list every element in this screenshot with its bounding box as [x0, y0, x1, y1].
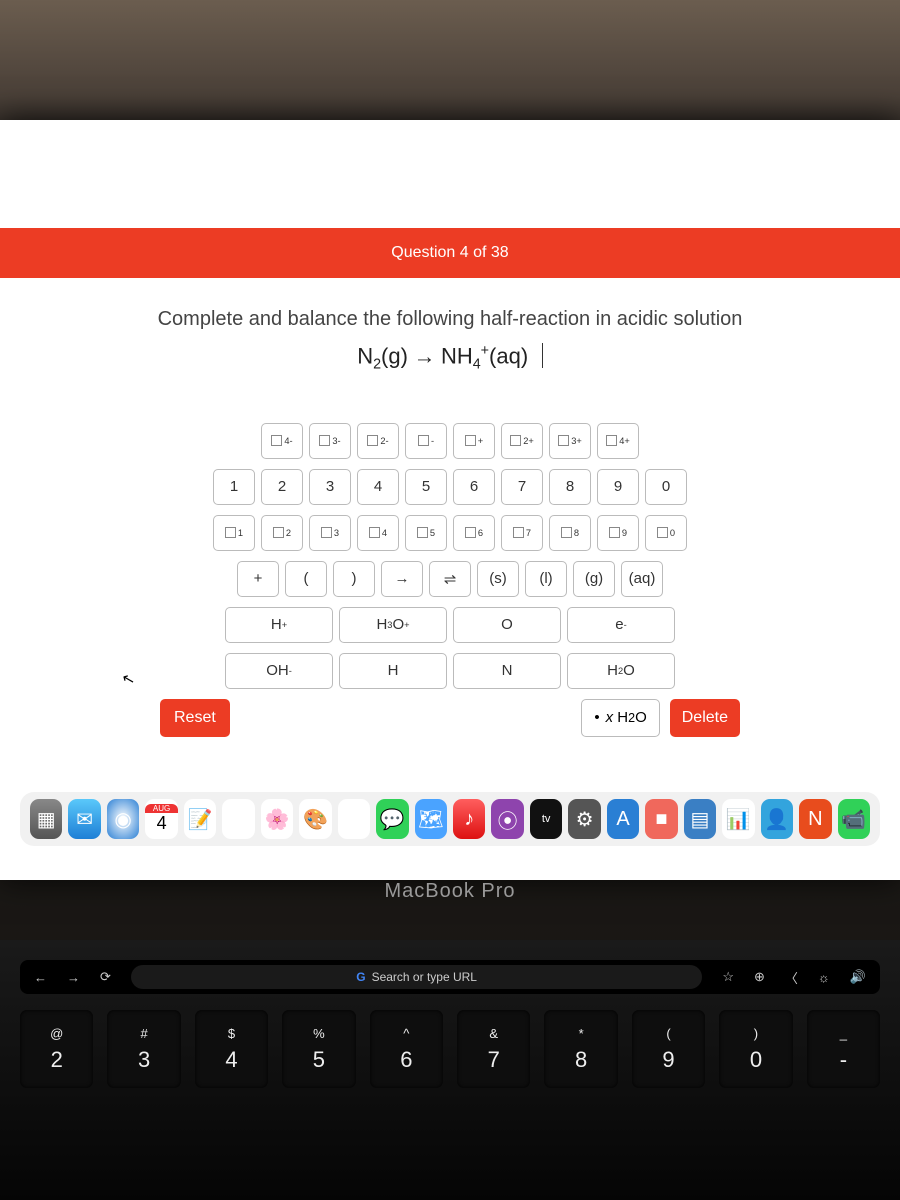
- keypad-key[interactable]: 4: [357, 469, 399, 505]
- physical-key: #3: [107, 1010, 180, 1088]
- keypad-key[interactable]: 2+: [501, 423, 543, 459]
- laptop-brand: MacBook Pro: [0, 880, 900, 903]
- keypad-key[interactable]: ⇌: [429, 561, 471, 597]
- back-button[interactable]: ←: [34, 970, 47, 985]
- keypad-key[interactable]: 3-: [309, 423, 351, 459]
- keypad-key[interactable]: 3+: [549, 423, 591, 459]
- answer-display: • x H2O: [581, 699, 659, 737]
- keypad-key[interactable]: 7: [501, 469, 543, 505]
- dock-facetime-icon[interactable]: 📹: [838, 799, 870, 839]
- dock-settings-icon[interactable]: ⚙: [568, 799, 600, 839]
- dock-app-icon[interactable]: N: [799, 799, 831, 839]
- keypad-key[interactable]: 2-: [357, 423, 399, 459]
- keypad-key[interactable]: +: [453, 423, 495, 459]
- mac-dock: ▦ ✉ ◉ AUG 4 📝 ☰ 🌸 🎨 ◐ 💬 🗺 ♪ ⦿ tv ⚙ A ■ ▤…: [20, 792, 880, 846]
- dock-mail-icon[interactable]: ✉: [68, 799, 100, 839]
- keypad-key[interactable]: →: [381, 561, 423, 597]
- keypad-key[interactable]: H3O+: [339, 607, 447, 643]
- keypad-key[interactable]: 4: [357, 515, 399, 551]
- keypad-key[interactable]: 6: [453, 469, 495, 505]
- physical-key: ^6: [370, 1010, 443, 1088]
- reload-button[interactable]: ⟳: [100, 969, 111, 985]
- question-area: Complete and balance the following half-…: [0, 278, 900, 798]
- physical-key: _-: [807, 1010, 880, 1088]
- keypad-key[interactable]: 9: [597, 515, 639, 551]
- keypad-key[interactable]: 3: [309, 515, 351, 551]
- keypad-key[interactable]: 8: [549, 515, 591, 551]
- question-prompt: Complete and balance the following half-…: [0, 308, 900, 331]
- equation-keypad: 4-3-2--+2+3+4+ 1234567890 1234567890 +()…: [160, 423, 740, 737]
- physical-key: $4: [195, 1010, 268, 1088]
- dock-appstore-icon[interactable]: A: [607, 799, 639, 839]
- keypad-key[interactable]: 2: [261, 515, 303, 551]
- keypad-key[interactable]: 0: [645, 469, 687, 505]
- dock-freeform-icon[interactable]: 🎨: [299, 799, 331, 839]
- physical-key: @2: [20, 1010, 93, 1088]
- keypad-key[interactable]: 6: [453, 515, 495, 551]
- dock-notes-icon[interactable]: 📝: [184, 799, 216, 839]
- dock-photos-icon[interactable]: 🌸: [261, 799, 293, 839]
- keypad-key[interactable]: (s): [477, 561, 519, 597]
- brightness-icon[interactable]: ☼: [818, 970, 830, 985]
- keypad-key[interactable]: 7: [501, 515, 543, 551]
- keypad-key[interactable]: e-: [567, 607, 675, 643]
- keypad-key[interactable]: 5: [405, 515, 447, 551]
- keypad-key[interactable]: -: [405, 423, 447, 459]
- keypad-key[interactable]: (g): [573, 561, 615, 597]
- dock-music-icon[interactable]: ♪: [453, 799, 485, 839]
- physical-key: (9: [632, 1010, 705, 1088]
- reset-button[interactable]: Reset: [160, 699, 230, 737]
- physical-key: %5: [282, 1010, 355, 1088]
- dock-maps-icon[interactable]: 🗺: [415, 799, 447, 839]
- keypad-key[interactable]: 4-: [261, 423, 303, 459]
- keypad-key[interactable]: 0: [645, 515, 687, 551]
- keypad-key[interactable]: (aq): [621, 561, 663, 597]
- keypad-key[interactable]: (: [285, 561, 327, 597]
- physical-key: )0: [719, 1010, 792, 1088]
- dock-reminders-icon[interactable]: ☰: [222, 799, 254, 839]
- delete-button[interactable]: Delete: [670, 699, 740, 737]
- keypad-key[interactable]: H: [339, 653, 447, 689]
- keypad-key[interactable]: (l): [525, 561, 567, 597]
- touch-bar: ← → ⟳ G Search or type URL ☆ ⊕ 〈 ☼ 🔊: [20, 960, 880, 994]
- dock-app-icon[interactable]: ■: [645, 799, 677, 839]
- keypad-key[interactable]: ): [333, 561, 375, 597]
- touchbar-search[interactable]: G Search or type URL: [131, 965, 702, 989]
- dock-safari-icon[interactable]: ◉: [107, 799, 139, 839]
- dock-calendar-icon[interactable]: AUG 4: [145, 799, 177, 839]
- star-icon[interactable]: ☆: [722, 969, 734, 985]
- keypad-key[interactable]: 1: [213, 469, 255, 505]
- dock-tv-icon[interactable]: tv: [530, 799, 562, 839]
- dock-chrome-icon[interactable]: ◐: [338, 799, 370, 839]
- dock-app-icon[interactable]: ▤: [684, 799, 716, 839]
- forward-button[interactable]: →: [67, 970, 80, 985]
- keypad-key[interactable]: OH-: [225, 653, 333, 689]
- keypad-key[interactable]: 9: [597, 469, 639, 505]
- question-banner: Question 4 of 38: [0, 228, 900, 278]
- keypad-key[interactable]: O: [453, 607, 561, 643]
- keypad-key[interactable]: 8: [549, 469, 591, 505]
- dock-podcasts-icon[interactable]: ⦿: [491, 799, 523, 839]
- keypad-key[interactable]: 5: [405, 469, 447, 505]
- keypad-key[interactable]: 3: [309, 469, 351, 505]
- physical-key: *8: [544, 1010, 617, 1088]
- keypad-key[interactable]: +: [237, 561, 279, 597]
- question-equation: N2(g) → NH4+(aq): [0, 343, 900, 373]
- keypad-key[interactable]: N: [453, 653, 561, 689]
- keypad-key[interactable]: 4+: [597, 423, 639, 459]
- dock-launchpad-icon[interactable]: ▦: [30, 799, 62, 839]
- new-tab-icon[interactable]: ⊕: [754, 969, 765, 985]
- keypad-key[interactable]: H2O: [567, 653, 675, 689]
- dock-app-icon[interactable]: 👤: [761, 799, 793, 839]
- dock-messages-icon[interactable]: 💬: [376, 799, 408, 839]
- physical-key: &7: [457, 1010, 530, 1088]
- chevron-left-icon[interactable]: 〈: [785, 968, 798, 987]
- keyboard-row: @2#3$4%5^6&7*8(9)0_-: [20, 1010, 880, 1088]
- keypad-key[interactable]: 2: [261, 469, 303, 505]
- keypad-key[interactable]: 1: [213, 515, 255, 551]
- dock-app-icon[interactable]: 📊: [722, 799, 754, 839]
- volume-icon[interactable]: 🔊: [850, 969, 866, 985]
- keypad-key[interactable]: H+: [225, 607, 333, 643]
